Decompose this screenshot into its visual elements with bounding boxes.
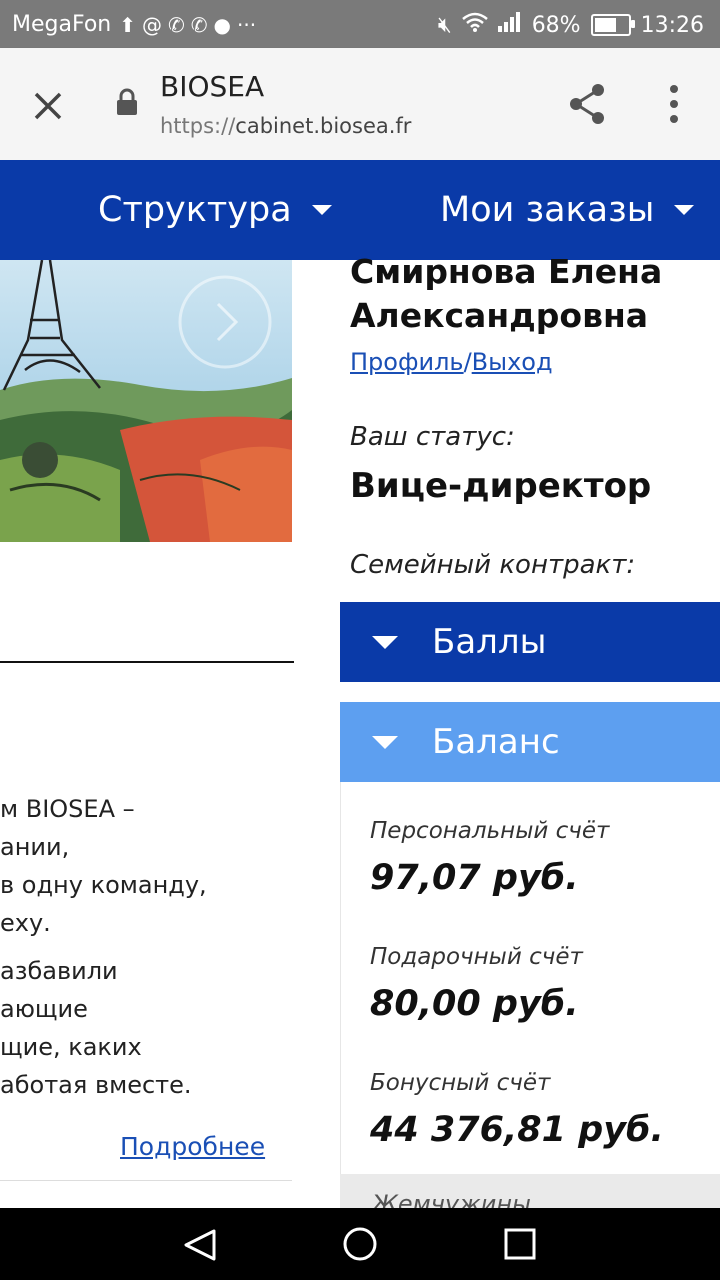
status-value: Вице-директор	[350, 466, 652, 506]
nav-item-structure[interactable]: Структура	[98, 160, 332, 260]
intro-line: аботая вместе.	[0, 1071, 192, 1099]
user-name: Смирнова Елена Александровна	[350, 250, 710, 338]
intro-line: щие, каких	[0, 1033, 142, 1061]
browser-menu-button[interactable]	[660, 82, 688, 126]
status-label: Ваш статус:	[350, 422, 515, 452]
personal-account-label: Персональный счёт	[370, 818, 610, 844]
url-scheme: https://	[160, 114, 236, 138]
status-left: MegaFon ⬆ @ ✆ ✆ ● ···	[12, 12, 256, 37]
more-vert-icon	[670, 85, 678, 123]
points-accordion[interactable]: Баллы	[340, 602, 720, 682]
chevron-down-icon	[674, 205, 695, 215]
battery-icon	[590, 14, 635, 36]
divider	[0, 1180, 292, 1181]
user-name-line2: Александровна	[350, 296, 649, 335]
chevron-down-icon	[311, 205, 332, 215]
missed-call-icon: ✆	[168, 12, 185, 37]
pearls-label: Жемчужины	[372, 1190, 531, 1208]
status-right: 🔇︎ 68% 13:26	[438, 12, 704, 38]
intro-line: м BIOSEA –	[0, 795, 135, 823]
site-nav: Структура Мои заказы	[0, 160, 720, 260]
nav-item-my-orders[interactable]: Мои заказы	[440, 160, 695, 260]
share-icon	[570, 84, 604, 124]
contract-label: Семейный контракт:	[350, 550, 636, 580]
signal-icon	[497, 12, 522, 38]
close-tab-button[interactable]	[28, 86, 68, 126]
nav-item-label: Структура	[98, 190, 292, 230]
share-button[interactable]	[566, 82, 610, 126]
more-notifications-icon: ···	[237, 12, 257, 37]
gift-account-label: Подарочный счёт	[370, 944, 583, 970]
status-bar: MegaFon ⬆ @ ✆ ✆ ● ··· 🔇︎ 68% 13:26	[0, 0, 720, 48]
intro-line: ающие	[0, 995, 88, 1023]
chevron-down-icon	[372, 635, 398, 649]
points-accordion-label: Баллы	[432, 622, 547, 662]
hero-image	[0, 260, 292, 542]
recents-icon[interactable]	[504, 1228, 536, 1260]
intro-text: м BIOSEA – ании, в одну команду, еху. аз…	[0, 790, 292, 1104]
link-separator: /	[463, 348, 472, 376]
profile-link[interactable]: Профиль	[350, 348, 464, 376]
intro-line: ании,	[0, 833, 70, 861]
clock: 13:26	[640, 12, 704, 38]
viber-icon: ✆	[190, 12, 208, 37]
notification-icon: ⬆	[119, 12, 137, 37]
personal-account-value: 97,07 руб.	[370, 858, 579, 898]
battery-level	[594, 18, 617, 32]
nav-item-label: Мои заказы	[440, 190, 655, 230]
balance-accordion-label: Баланс	[432, 722, 560, 762]
balance-accordion[interactable]: Баланс	[340, 702, 720, 782]
home-icon[interactable]	[342, 1226, 378, 1262]
intro-line: азбавили	[0, 957, 118, 985]
chevron-down-icon	[372, 735, 398, 749]
user-name-line1: Смирнова Елена	[350, 252, 663, 291]
gift-account-value: 80,00 руб.	[370, 984, 579, 1024]
browser-toolbar: BIOSEA https://cabinet.biosea.fr	[0, 48, 720, 160]
intro-line: еху.	[0, 909, 51, 937]
read-more-link[interactable]: Подробнее	[120, 1132, 265, 1161]
close-icon	[34, 92, 62, 120]
intro-line: в одну команду,	[0, 871, 207, 899]
divider	[0, 661, 294, 663]
bonus-account-label: Бонусный счёт	[370, 1070, 551, 1096]
battery-percent: 68%	[531, 12, 581, 38]
chat-icon: ●	[213, 12, 231, 37]
wifi-icon	[461, 12, 488, 38]
lock-icon	[116, 88, 138, 116]
profile-links: Профиль/Выход	[350, 348, 553, 376]
back-icon[interactable]	[182, 1228, 218, 1262]
page-title: BIOSEA	[160, 70, 265, 103]
mute-icon: 🔇︎	[437, 12, 452, 38]
system-nav-bar	[0, 1208, 720, 1280]
url-display[interactable]: https://cabinet.biosea.fr	[160, 114, 411, 138]
url-host: cabinet.biosea.fr	[235, 114, 412, 138]
carrier-name: MegaFon	[12, 12, 112, 37]
bonus-account-value: 44 376,81 руб.	[370, 1110, 664, 1150]
at-icon: @	[142, 12, 163, 37]
notification-icons: ⬆ @ ✆ ✆ ● ···	[119, 13, 256, 37]
logout-link[interactable]: Выход	[472, 348, 553, 376]
pearls-row: Жемчужины	[340, 1174, 720, 1208]
